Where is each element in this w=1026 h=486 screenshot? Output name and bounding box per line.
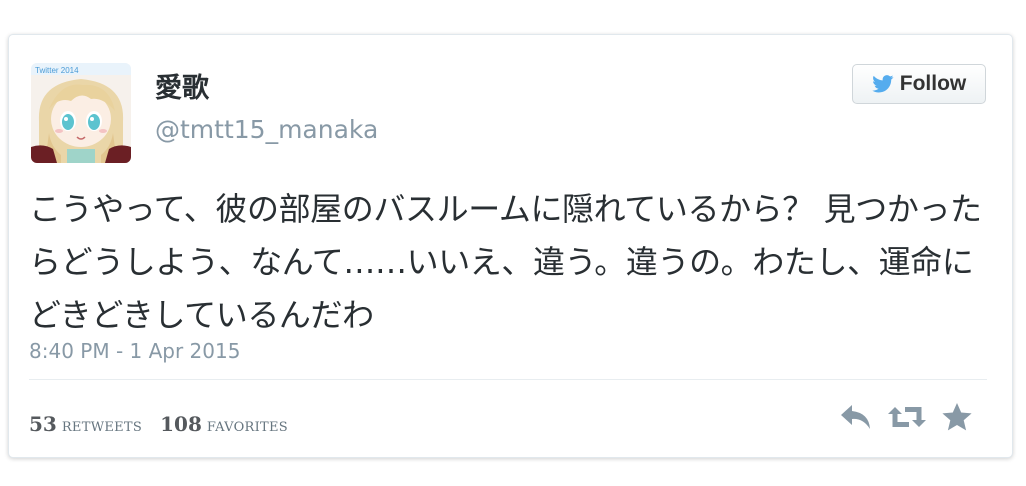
tweet-timestamp[interactable]: 8:40 PM - 1 Apr 2015 (29, 341, 240, 361)
tweet-card: Twitter 2014 愛歌 @tmtt15_manaka Follow こう… (8, 34, 1013, 458)
retweets-label[interactable]: RETWEETS (62, 420, 142, 435)
display-name[interactable]: 愛歌 (155, 75, 209, 102)
divider (29, 379, 987, 380)
favorites-count[interactable]: 108 (160, 412, 202, 436)
star-icon (942, 403, 972, 431)
user-handle[interactable]: @tmtt15_manaka (155, 117, 378, 142)
avatar-badge: Twitter 2014 (35, 66, 79, 75)
favorite-button[interactable] (941, 402, 973, 432)
anime-girl-avatar-icon: Twitter 2014 (31, 63, 131, 163)
follow-button[interactable]: Follow (852, 64, 986, 104)
follow-label: Follow (899, 72, 967, 95)
twitter-bird-icon (871, 75, 894, 93)
tweet-stats: 53 RETWEETS 108 FAVORITES (29, 412, 306, 436)
reply-icon (841, 405, 870, 429)
tweet-text: こうやって、彼の部屋のバスルームに隠れているから？ 見つかったらどうしよう、なん… (29, 190, 982, 334)
reply-button[interactable] (839, 403, 873, 431)
retweets-count[interactable]: 53 (29, 412, 57, 436)
retweet-button[interactable] (887, 403, 927, 431)
avatar[interactable]: Twitter 2014 (31, 63, 131, 163)
tweet-actions (839, 402, 973, 432)
favorites-label[interactable]: FAVORITES (207, 420, 288, 435)
retweet-icon (888, 407, 926, 427)
